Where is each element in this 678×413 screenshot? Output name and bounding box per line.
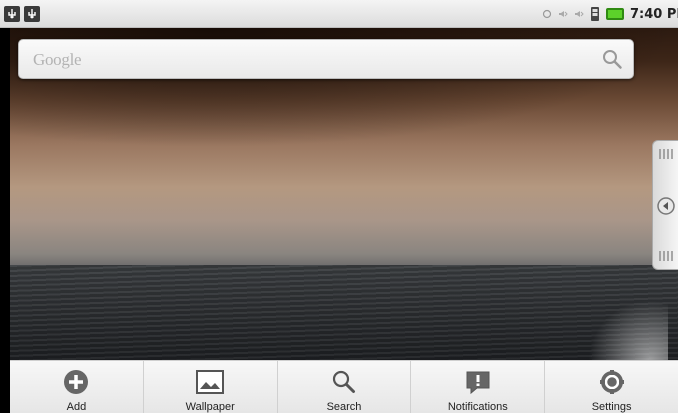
menu-item-wallpaper[interactable]: Wallpaper — [144, 361, 278, 413]
handle-grip-dots — [659, 149, 673, 159]
menu-label-search: Search — [326, 401, 362, 413]
options-menu: Add Wallpaper Search Notifications Setti… — [10, 360, 678, 413]
magnifier-icon[interactable] — [601, 48, 623, 75]
left-arrow-icon — [657, 197, 675, 220]
wallpaper-icon — [195, 367, 225, 397]
menu-label-notifications: Notifications — [447, 401, 508, 413]
notifications-icon — [463, 367, 493, 397]
menu-item-add[interactable]: Add — [10, 361, 144, 413]
status-bar: 7:40 PM — [0, 0, 678, 28]
menu-item-notifications[interactable]: Notifications — [411, 361, 546, 413]
sync-icon — [542, 9, 552, 19]
search-icon — [329, 367, 359, 397]
signal-icon — [591, 7, 599, 21]
search-placeholder: Google — [33, 50, 82, 69]
status-clock: 7:40 PM — [630, 6, 678, 22]
usb-icon — [4, 5, 20, 22]
volume-icon — [559, 11, 568, 17]
usb-icon — [24, 5, 40, 22]
menu-label-add: Add — [66, 401, 87, 413]
menu-label-wallpaper: Wallpaper — [185, 401, 235, 413]
menu-label-settings: Settings — [591, 401, 632, 413]
app-drawer-handle[interactable] — [652, 140, 678, 270]
menu-item-settings[interactable]: Settings — [545, 361, 678, 413]
battery-icon — [606, 8, 624, 20]
wallpaper-surf — [578, 290, 668, 360]
add-icon — [61, 367, 91, 397]
menu-item-search[interactable]: Search — [278, 361, 412, 413]
settings-icon — [597, 367, 627, 397]
handle-grip-dots — [659, 251, 673, 261]
google-search-widget[interactable]: Google — [18, 39, 634, 79]
volume-icon — [575, 11, 584, 17]
